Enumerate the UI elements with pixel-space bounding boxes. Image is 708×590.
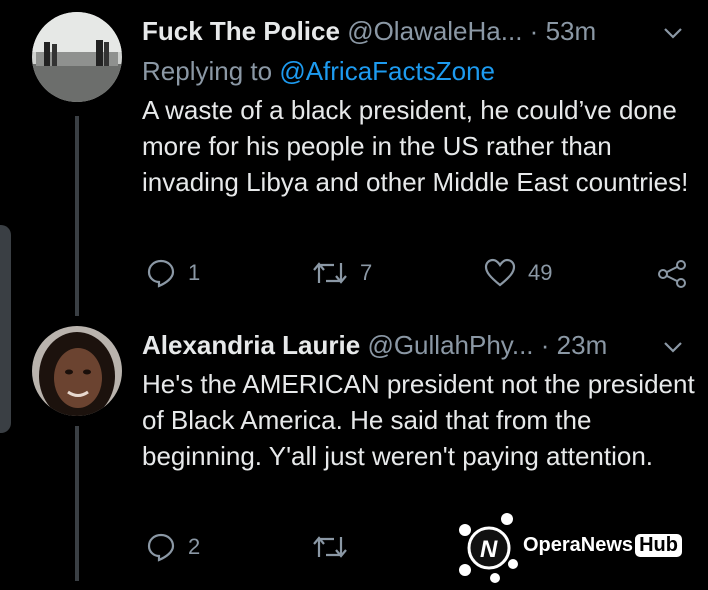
retweet-button[interactable]: 7 [312,258,372,288]
tweet-text: He's the AMERICAN president not the pres… [142,369,695,471]
display-name[interactable]: Alexandria Laurie [142,330,360,360]
reply-button[interactable]: 1 [146,258,200,288]
like-button[interactable]: 49 [484,258,552,288]
chevron-down-icon[interactable] [662,332,684,354]
retweet-count: 7 [360,260,373,285]
retweet-icon [312,532,348,562]
operanews-wordmark: OperaNews Hub [523,534,682,557]
chevron-down-icon[interactable] [662,18,684,40]
tweet-header: Alexandria Laurie @GullahPhy... · 23m [142,328,688,362]
avatar[interactable] [32,326,122,416]
separator: · [529,16,539,46]
user-handle[interactable]: @OlawaleHa... [347,16,522,46]
retweet-button[interactable] [312,532,348,562]
operanews-logo-icon: N [459,513,518,583]
reply-icon [146,532,176,562]
reply-button[interactable]: 2 [146,532,200,562]
timestamp[interactable]: 23m [557,330,608,360]
operanews-watermark: N OperaNews Hub [455,510,705,585]
mention-link[interactable]: @AfricaFactsZone [279,56,495,86]
reply-count: 2 [188,534,201,559]
retweet-icon [312,258,348,288]
separator: · [540,330,550,360]
avatar[interactable] [32,12,122,102]
reply-icon [146,258,176,288]
replying-prefix: Replying to [142,56,280,86]
wordmark-brand: OperaNews [523,534,634,556]
display-name[interactable]: Fuck The Police [142,16,340,46]
share-button[interactable] [656,258,688,290]
like-icon [484,258,516,288]
tweet-text: A waste of a black president, he could’v… [142,95,689,197]
thread-line [75,116,79,316]
thread-line [75,426,79,581]
like-count: 49 [528,260,553,285]
reply-count: 1 [188,260,201,285]
tweet[interactable]: Fuck The Police @OlawaleHa... · 53m Repl… [0,0,708,316]
replying-to: Replying to @AfricaFactsZone [142,54,495,88]
drawer-handle[interactable] [0,225,11,433]
svg-text:N: N [480,536,498,563]
wordmark-badge: Hub [635,534,682,557]
timestamp[interactable]: 53m [546,16,597,46]
tweet-header: Fuck The Police @OlawaleHa... · 53m [142,14,688,48]
user-handle[interactable]: @GullahPhy... [367,330,533,360]
share-icon [656,258,688,290]
